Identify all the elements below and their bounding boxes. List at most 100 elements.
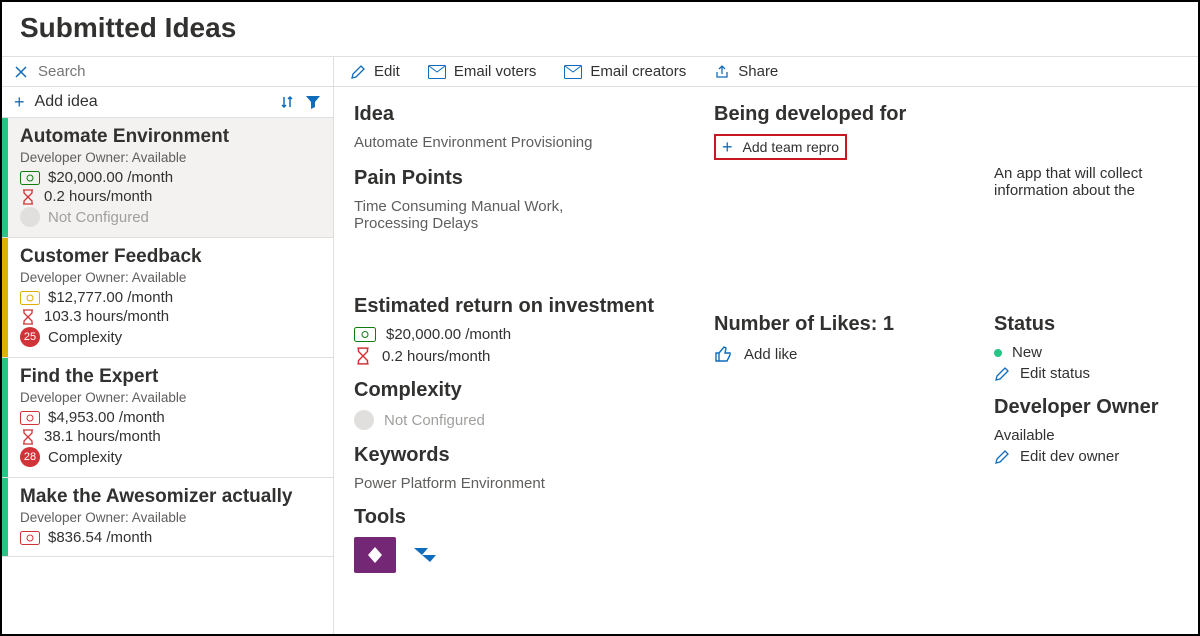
idea-title: Automate Environment xyxy=(20,126,321,148)
roi-heading: Estimated return on investment xyxy=(354,295,694,318)
idea-item[interactable]: Make the Awesomizer actually Developer O… xyxy=(2,478,333,557)
power-automate-icon[interactable] xyxy=(404,537,446,573)
hourglass-icon xyxy=(20,429,36,445)
complexity-value: Not Configured xyxy=(384,412,485,429)
idea-content: Make the Awesomizer actually Developer O… xyxy=(8,478,333,556)
edit-button[interactable]: Edit xyxy=(350,63,400,80)
idea-hours: 103.3 hours/month xyxy=(44,308,169,325)
keywords-value: Power Platform Environment xyxy=(354,475,694,492)
idea-complexity: Not Configured xyxy=(48,209,149,226)
hourglass-icon xyxy=(20,309,36,325)
add-idea-label[interactable]: Add idea xyxy=(35,93,98,111)
detail-panel: Idea Automate Environment Provisioning P… xyxy=(334,87,1198,634)
complexity-badge: 25 xyxy=(20,327,40,347)
dev-owner-value: Available xyxy=(994,427,1178,444)
add-team-repro-label: Add team repro xyxy=(743,139,840,155)
developed-for-heading: Being developed for xyxy=(714,103,974,126)
edit-label: Edit xyxy=(374,63,400,80)
email-creators-button[interactable]: Email creators xyxy=(564,63,686,80)
status-dot-icon xyxy=(994,349,1002,357)
edit-status-label: Edit status xyxy=(1020,365,1090,382)
idea-item[interactable]: Automate Environment Developer Owner: Av… xyxy=(2,118,333,238)
idea-item[interactable]: Customer Feedback Developer Owner: Avail… xyxy=(2,238,333,358)
ideas-list: Automate Environment Developer Owner: Av… xyxy=(2,118,333,634)
likes-section: Number of Likes: 1 Add like xyxy=(714,295,974,364)
app-frame: Submitted Ideas + Add idea xyxy=(0,0,1200,636)
idea-complexity: Complexity xyxy=(48,449,122,466)
email-creators-label: Email creators xyxy=(590,63,686,80)
pencil-icon xyxy=(994,366,1010,382)
close-icon[interactable] xyxy=(14,65,28,79)
sidebar: + Add idea Automate Environment Develope… xyxy=(2,57,334,634)
power-apps-icon[interactable] xyxy=(354,537,396,573)
body: + Add idea Automate Environment Develope… xyxy=(2,56,1198,634)
tools-heading: Tools xyxy=(354,506,694,529)
money-icon xyxy=(20,171,40,185)
roi-cost: $20,000.00 /month xyxy=(386,326,511,343)
idea-cost: $20,000.00 /month xyxy=(48,169,173,186)
main-pane: Edit Email voters Email creators xyxy=(334,57,1198,634)
pain-points-value: Time Consuming Manual Work, Processing D… xyxy=(354,198,694,232)
idea-owner: Developer Owner: Available xyxy=(20,390,321,405)
money-icon xyxy=(20,291,40,305)
likes-heading: Number of Likes: 1 xyxy=(714,313,974,336)
money-icon xyxy=(20,531,40,545)
search-row xyxy=(2,57,333,87)
email-voters-button[interactable]: Email voters xyxy=(428,63,537,80)
status-heading: Status xyxy=(994,313,1178,336)
page-title: Submitted Ideas xyxy=(2,2,1198,56)
share-icon xyxy=(714,64,730,80)
idea-complexity: Complexity xyxy=(48,329,122,346)
plus-icon: + xyxy=(722,138,733,156)
status-section: Status New Edit status Developer Owner A… xyxy=(994,295,1178,465)
dev-owner-heading: Developer Owner xyxy=(994,396,1178,419)
idea-title: Make the Awesomizer actually xyxy=(20,486,321,508)
idea-value: Automate Environment Provisioning xyxy=(354,134,694,151)
tools-icons xyxy=(354,537,694,573)
idea-title: Customer Feedback xyxy=(20,246,321,268)
share-button[interactable]: Share xyxy=(714,63,778,80)
add-like-label: Add like xyxy=(744,346,797,363)
search-input[interactable] xyxy=(38,63,321,80)
pain-points-heading: Pain Points xyxy=(354,167,694,190)
edit-status-button[interactable]: Edit status xyxy=(994,365,1178,382)
roi-section: Estimated return on investment $20,000.0… xyxy=(354,295,694,573)
idea-owner: Developer Owner: Available xyxy=(20,270,321,285)
add-like-button[interactable]: Add like xyxy=(714,344,974,364)
detail-toolbar: Edit Email voters Email creators xyxy=(334,57,1198,87)
description-value: An app that will collect information abo… xyxy=(994,165,1178,199)
idea-title: Find the Expert xyxy=(20,366,321,388)
edit-dev-owner-button[interactable]: Edit dev owner xyxy=(994,448,1178,465)
idea-owner: Developer Owner: Available xyxy=(20,510,321,525)
sort-icon[interactable] xyxy=(279,94,295,110)
filter-icon[interactable] xyxy=(305,94,321,110)
complexity-heading: Complexity xyxy=(354,379,694,402)
idea-content: Customer Feedback Developer Owner: Avail… xyxy=(8,238,333,357)
status-value: New xyxy=(1012,344,1042,361)
complexity-badge xyxy=(20,207,40,227)
hourglass-icon xyxy=(20,189,36,205)
idea-heading: Idea xyxy=(354,103,694,126)
mail-icon xyxy=(564,65,582,79)
email-voters-label: Email voters xyxy=(454,63,537,80)
roi-hours: 0.2 hours/month xyxy=(382,348,490,365)
keywords-heading: Keywords xyxy=(354,444,694,467)
edit-dev-owner-label: Edit dev owner xyxy=(1020,448,1119,465)
money-icon xyxy=(20,411,40,425)
share-label: Share xyxy=(738,63,778,80)
idea-cost: $4,953.00 /month xyxy=(48,409,165,426)
pencil-icon xyxy=(350,64,366,80)
thumbs-up-icon xyxy=(714,344,734,364)
complexity-badge xyxy=(354,410,374,430)
idea-hours: 38.1 hours/month xyxy=(44,428,161,445)
hourglass-icon xyxy=(354,347,372,365)
idea-item[interactable]: Find the Expert Developer Owner: Availab… xyxy=(2,358,333,478)
developed-for-section: Being developed for + Add team repro xyxy=(714,103,974,160)
plus-icon[interactable]: + xyxy=(14,93,25,111)
description-section: An app that will collect information abo… xyxy=(994,103,1178,199)
idea-cost: $12,777.00 /month xyxy=(48,289,173,306)
pencil-icon xyxy=(994,449,1010,465)
idea-section: Idea Automate Environment Provisioning P… xyxy=(354,103,694,232)
idea-cost: $836.54 /month xyxy=(48,529,152,546)
add-team-repro-button[interactable]: + Add team repro xyxy=(714,134,847,160)
